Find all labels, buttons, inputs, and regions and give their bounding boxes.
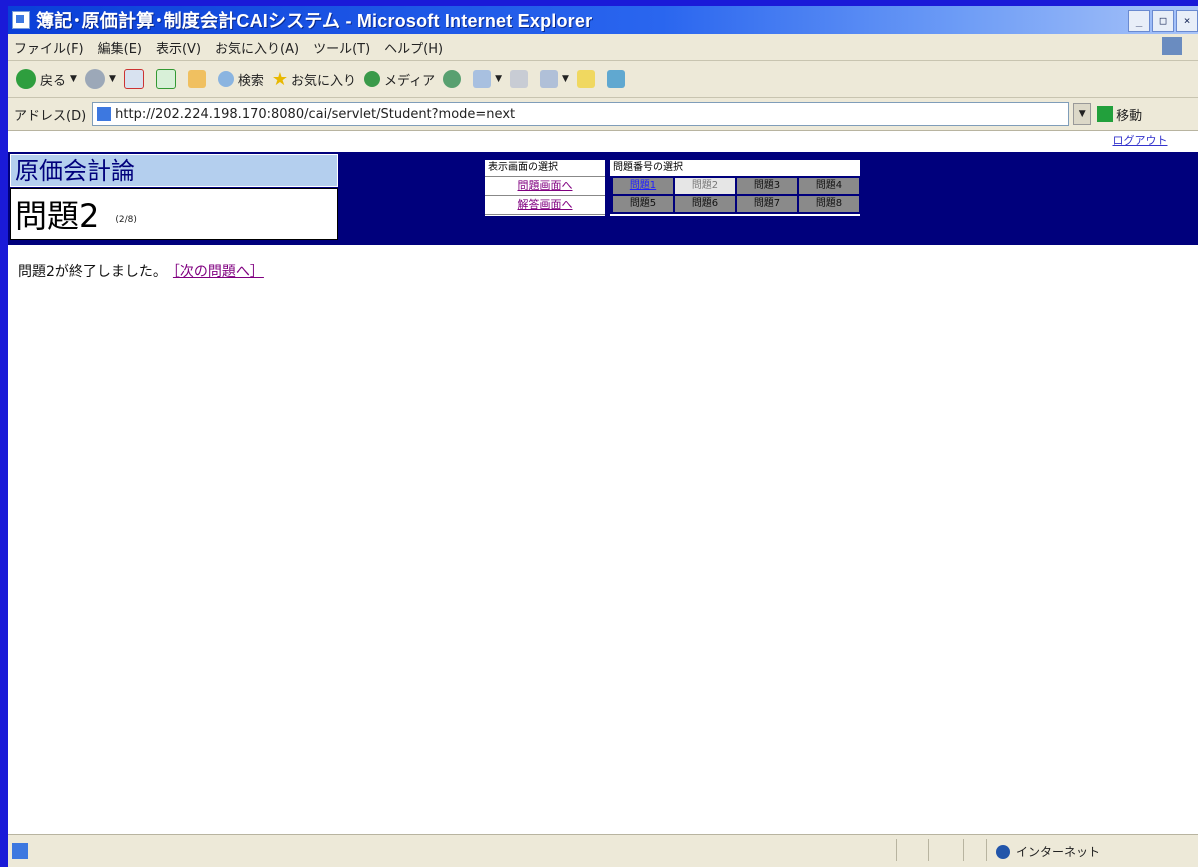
question-title-box: 問題2 (2/8) <box>10 188 338 240</box>
menu-help[interactable]: ヘルプ(H) <box>384 38 443 57</box>
address-dropdown-button[interactable]: ▼ <box>1073 103 1092 125</box>
problem-select-header: 問題番号の選択 <box>613 162 683 173</box>
menu-tools[interactable]: ツール(T) <box>313 38 370 57</box>
menu-edit[interactable]: 編集(E) <box>98 38 142 57</box>
favorites-button[interactable]: ★ お気に入り <box>272 69 356 90</box>
home-icon <box>187 70 206 88</box>
back-button[interactable]: 戻る ▼ <box>16 69 77 89</box>
security-zone: インターネット <box>996 843 1100 860</box>
edit-icon <box>540 70 559 88</box>
menu-favorites[interactable]: お気に入り(A) <box>215 38 299 57</box>
print-icon <box>510 70 529 88</box>
next-question-link[interactable]: ［次の問題へ］ <box>173 264 264 280</box>
go-button[interactable]: 移動 <box>1097 105 1142 124</box>
media-button[interactable]: メディア <box>364 70 435 89</box>
menu-bar: ファイル(F) 編集(E) 表示(V) お気に入り(A) ツール(T) ヘルプ(… <box>8 34 1198 61</box>
answer-screen-link[interactable]: 解答画面へ <box>485 196 605 215</box>
close-button[interactable]: × <box>1176 10 1198 32</box>
internet-globe-icon <box>996 844 1010 859</box>
problem-screen-link[interactable]: 問題画面へ <box>485 177 605 196</box>
messenger-icon <box>606 70 625 88</box>
ie-app-icon <box>12 11 30 29</box>
display-select-panel: 表示画面の選択 問題画面へ 解答画面へ <box>485 160 605 216</box>
menu-file[interactable]: ファイル(F) <box>14 38 84 57</box>
title-bar[interactable]: 簿記･原価計算･制度会計CAIシステム - Microsoft Internet… <box>8 6 1198 34</box>
address-url: http://202.224.198.170:8080/cai/servlet/… <box>115 106 516 122</box>
go-label: 移動 <box>1116 108 1143 124</box>
status-divider <box>896 839 897 861</box>
back-label: 戻る <box>40 73 67 89</box>
mail-button[interactable]: ▼ <box>473 70 502 88</box>
address-bar: アドレス(D) http://202.224.198.170:8080/cai/… <box>8 98 1198 131</box>
stop-button[interactable] <box>123 69 148 89</box>
page-icon <box>97 107 112 121</box>
problem-3-link[interactable]: 問題3 <box>737 178 797 194</box>
completion-text: 問題2が終了しました。 <box>18 264 167 280</box>
status-bar: インターネット <box>8 834 1198 867</box>
messenger-button[interactable] <box>606 70 629 88</box>
zone-label: インターネット <box>1016 845 1101 859</box>
problem-select-panel: 問題番号の選択 問題1 問題2 問題3 問題4 問題5 問題6 問題7 問題8 <box>610 160 860 216</box>
windows-logo-icon <box>1162 37 1182 55</box>
problem-7-link[interactable]: 問題7 <box>737 196 797 212</box>
home-button[interactable] <box>187 70 210 88</box>
toolbar: 戻る ▼ ▼ 検索 ★ お気に入り メディア ▼ ▼ <box>8 61 1198 98</box>
menu-view[interactable]: 表示(V) <box>156 38 201 57</box>
subject-title: 原価会計論 <box>10 154 338 187</box>
address-input[interactable]: http://202.224.198.170:8080/cai/servlet/… <box>92 102 1070 126</box>
history-button[interactable] <box>443 70 465 88</box>
question-count: (2/8) <box>115 215 137 225</box>
completion-message: 問題2が終了しました。 ［次の問題へ］ <box>18 261 264 281</box>
favorites-label: お気に入り <box>291 73 357 89</box>
maximize-button[interactable]: □ <box>1152 10 1174 32</box>
logout-link[interactable]: ログアウト <box>1085 132 1195 150</box>
status-divider <box>963 839 964 861</box>
status-divider <box>928 839 929 861</box>
forward-button[interactable]: ▼ <box>84 69 116 89</box>
problem-5-link[interactable]: 問題5 <box>613 196 673 212</box>
status-page-icon <box>12 843 28 859</box>
window-title: 簿記･原価計算･制度会計CAIシステム - Microsoft Internet… <box>36 11 593 31</box>
search-label: 検索 <box>237 73 264 89</box>
browser-window: 簿記･原価計算･制度会計CAIシステム - Microsoft Internet… <box>8 6 1198 867</box>
mail-icon <box>473 70 492 88</box>
media-icon <box>364 71 381 87</box>
history-icon <box>443 70 462 88</box>
problem-6-link[interactable]: 問題6 <box>675 196 735 212</box>
problem-4-link[interactable]: 問題4 <box>799 178 859 194</box>
stop-icon <box>123 69 144 89</box>
search-button[interactable]: 検索 <box>217 70 264 89</box>
forward-arrow-icon <box>84 69 105 89</box>
back-arrow-icon <box>16 69 36 89</box>
search-icon <box>217 71 234 87</box>
media-label: メディア <box>384 73 436 89</box>
minimize-button[interactable]: _ <box>1128 10 1150 32</box>
problem-1-link[interactable]: 問題1 <box>613 178 673 194</box>
problem-2-current: 問題2 <box>675 178 735 194</box>
address-label: アドレス(D) <box>14 108 87 124</box>
status-divider <box>986 839 987 861</box>
header-panel: 原価会計論 問題2 (2/8) 表示画面の選択 問題画面へ 解答画面へ 問題番号… <box>8 152 1198 245</box>
display-select-header: 表示画面の選択 <box>485 160 605 177</box>
discuss-icon <box>576 70 595 88</box>
discuss-button[interactable] <box>576 70 599 88</box>
question-title: 問題2 <box>15 197 100 235</box>
print-button[interactable] <box>510 70 532 88</box>
problem-8-link[interactable]: 問題8 <box>799 196 859 212</box>
refresh-icon <box>155 69 176 89</box>
refresh-button[interactable] <box>155 69 180 89</box>
edit-button[interactable]: ▼ <box>540 70 569 88</box>
go-arrow-icon <box>1097 106 1114 122</box>
star-icon: ★ <box>271 68 289 90</box>
page-content: 原価会計論 問題2 (2/8) 表示画面の選択 問題画面へ 解答画面へ 問題番号… <box>8 131 1198 835</box>
